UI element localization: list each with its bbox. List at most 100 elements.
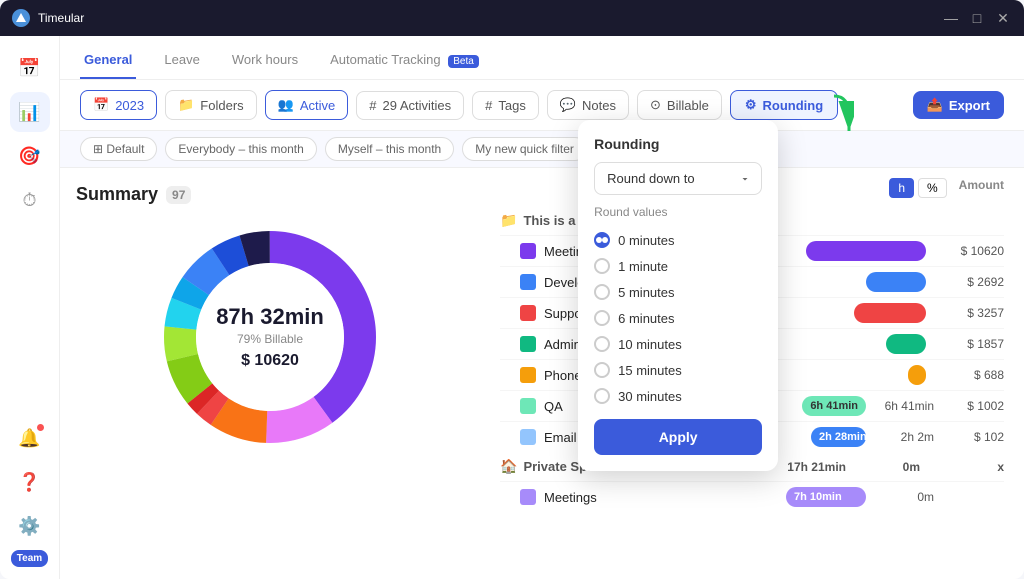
calendar-icon: 📅 bbox=[93, 97, 109, 113]
sidebar: 📅 📊 🎯 ⏱ 🔔 ❓ ⚙️ Team bbox=[0, 36, 60, 579]
maximize-button[interactable]: □ bbox=[968, 10, 986, 27]
notes-filter-button[interactable]: 💬 Notes bbox=[547, 90, 629, 120]
admin-bar-pill bbox=[886, 334, 926, 354]
rounding-dropdown-title: Rounding bbox=[594, 136, 762, 152]
quick-filter-default[interactable]: ⊞ Default bbox=[80, 137, 157, 161]
export-button[interactable]: 📤 Export bbox=[913, 91, 1004, 119]
billable-filter-button[interactable]: ⊙ Billable bbox=[637, 90, 722, 120]
radio-30-minutes[interactable]: 30 minutes bbox=[594, 383, 762, 409]
active-filter-button[interactable]: 👥 Active bbox=[265, 90, 349, 120]
tag-icon: # bbox=[485, 98, 492, 113]
email-icon bbox=[520, 429, 536, 445]
radio-30-minutes-circle bbox=[594, 388, 610, 404]
body-content: Summary 97 bbox=[60, 168, 1024, 579]
donut-center-info: 87h 32min 79% Billable $ 10620 bbox=[216, 304, 324, 370]
private-space-time: 17h 21min bbox=[787, 460, 846, 474]
hours-toggle-button[interactable]: h bbox=[889, 178, 914, 198]
quick-filter-my-new[interactable]: My new quick filter bbox=[462, 137, 587, 161]
billable-icon: ⊙ bbox=[650, 97, 661, 113]
radio-6-minutes[interactable]: 6 minutes bbox=[594, 305, 762, 331]
app-title: Timeular bbox=[38, 11, 84, 25]
qa-time: 6h 41min bbox=[874, 399, 934, 413]
activity-label: Email bbox=[544, 430, 577, 445]
activity-label: Meetings bbox=[544, 490, 597, 505]
sidebar-item-settings[interactable]: ⚙️ bbox=[10, 506, 50, 546]
meetings-bar bbox=[806, 241, 926, 261]
sidebar-item-timer[interactable]: ⏱ bbox=[10, 180, 50, 220]
quick-filters: ⊞ Default Everybody – this month Myself … bbox=[60, 131, 1024, 168]
admin-bar bbox=[886, 334, 926, 354]
summary-count: 97 bbox=[166, 186, 191, 204]
app-logo bbox=[12, 9, 30, 27]
folders-filter-button[interactable]: 📁 Folders bbox=[165, 90, 257, 120]
hash-icon: # bbox=[369, 98, 376, 113]
meetings-icon bbox=[520, 243, 536, 259]
title-bar-left: Timeular bbox=[12, 9, 84, 27]
sidebar-team-label[interactable]: Team bbox=[11, 550, 48, 567]
activities-filter-button[interactable]: # 29 Activities bbox=[356, 91, 464, 120]
private-meetings-icon bbox=[520, 489, 536, 505]
sidebar-item-calendar[interactable]: 📅 bbox=[10, 48, 50, 88]
h-pct-toggle: h % bbox=[889, 178, 946, 198]
radio-15-minutes[interactable]: 15 minutes bbox=[594, 357, 762, 383]
quick-filter-everybody-month[interactable]: Everybody – this month bbox=[165, 137, 316, 161]
sidebar-item-insights[interactable]: 📊 bbox=[10, 92, 50, 132]
users-icon: 👥 bbox=[278, 97, 294, 113]
tab-leave[interactable]: Leave bbox=[160, 42, 203, 79]
development-icon bbox=[520, 274, 536, 290]
sidebar-item-help[interactable]: ❓ bbox=[10, 462, 50, 502]
top-nav: General Leave Work hours Automatic Track… bbox=[60, 36, 1024, 80]
tab-work-hours[interactable]: Work hours bbox=[228, 42, 302, 79]
year-filter-button[interactable]: 📅 2023 bbox=[80, 90, 157, 120]
apply-button[interactable]: Apply bbox=[594, 419, 762, 455]
radio-0-minutes-circle bbox=[594, 232, 610, 248]
meetings-bar-pill bbox=[806, 241, 926, 261]
content-area: General Leave Work hours Automatic Track… bbox=[60, 36, 1024, 579]
radio-1-minute[interactable]: 1 minute bbox=[594, 253, 762, 279]
filter-bar: 📅 2023 📁 Folders 👥 Active # 29 Activitie… bbox=[60, 80, 1024, 131]
email-time: 2h 2m bbox=[874, 430, 934, 444]
donut-billable-percent: 79% Billable bbox=[216, 332, 324, 346]
percent-toggle-button[interactable]: % bbox=[918, 178, 947, 198]
private-space-amount: x bbox=[934, 460, 1004, 474]
minimize-button[interactable]: — bbox=[942, 10, 960, 27]
development-bar-pill bbox=[866, 272, 926, 292]
qa-bar-pill: 6h 41min bbox=[802, 396, 866, 416]
phone-calls-bar-pill bbox=[908, 365, 926, 385]
radio-1-minute-circle bbox=[594, 258, 610, 274]
private-meetings-time: 0m bbox=[874, 490, 934, 504]
radio-6-minutes-circle bbox=[594, 310, 610, 326]
tab-automatic-tracking[interactable]: Automatic Tracking Beta bbox=[326, 42, 483, 79]
tab-general[interactable]: General bbox=[80, 42, 136, 79]
activity-label: QA bbox=[544, 399, 563, 414]
radio-10-minutes[interactable]: 10 minutes bbox=[594, 331, 762, 357]
beta-badge: Beta bbox=[448, 55, 479, 68]
tags-filter-button[interactable]: # Tags bbox=[472, 91, 539, 120]
rounding-icon: ⚙ bbox=[745, 97, 757, 113]
private-meetings-bar-pill: 7h 10min bbox=[786, 487, 866, 507]
phone-calls-icon bbox=[520, 367, 536, 383]
quick-filter-myself-month[interactable]: Myself – this month bbox=[325, 137, 454, 161]
support-bar bbox=[854, 303, 926, 323]
summary-title: Summary bbox=[76, 184, 158, 205]
app-window: Timeular — □ ✕ 📅 📊 🎯 ⏱ 🔔 ❓ ⚙️ Team Gener… bbox=[0, 0, 1024, 579]
title-bar: Timeular — □ ✕ bbox=[0, 0, 1024, 36]
meetings-amount: $ 10620 bbox=[934, 244, 1004, 258]
green-arrow-indicator bbox=[804, 91, 854, 146]
radio-5-minutes-circle bbox=[594, 284, 610, 300]
round-down-select[interactable]: Round down to bbox=[594, 162, 762, 195]
donut-chart: 87h 32min 79% Billable $ 10620 bbox=[150, 217, 390, 457]
support-amount: $ 3257 bbox=[934, 306, 1004, 320]
radio-0-minutes[interactable]: 0 minutes bbox=[594, 227, 762, 253]
rounding-dropdown: Rounding Round down to Round values 0 mi… bbox=[578, 120, 778, 471]
close-button[interactable]: ✕ bbox=[994, 10, 1012, 27]
support-icon bbox=[520, 305, 536, 321]
main-layout: 📅 📊 🎯 ⏱ 🔔 ❓ ⚙️ Team General Leave Work h… bbox=[0, 36, 1024, 579]
export-icon: 📤 bbox=[927, 97, 943, 113]
notes-icon: 💬 bbox=[560, 97, 576, 113]
folder-icon: 📁 bbox=[500, 212, 517, 229]
sidebar-item-bell[interactable]: 🔔 bbox=[10, 418, 50, 458]
radio-5-minutes[interactable]: 5 minutes bbox=[594, 279, 762, 305]
activity-label: Admin bbox=[544, 337, 581, 352]
sidebar-item-target[interactable]: 🎯 bbox=[10, 136, 50, 176]
